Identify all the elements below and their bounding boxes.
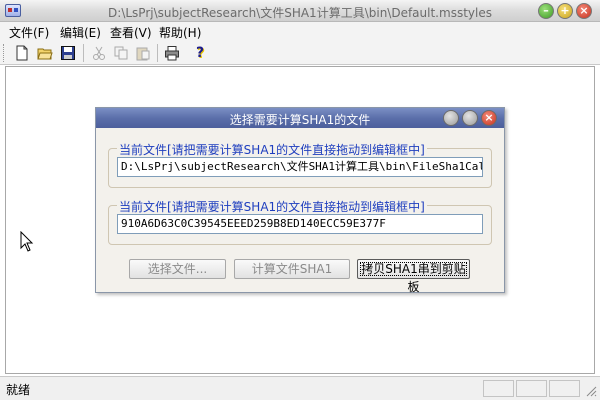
cut-icon[interactable] (91, 45, 107, 61)
resize-grip-icon[interactable] (585, 385, 597, 397)
dialog-maximize-button[interactable] (462, 110, 478, 126)
menu-view[interactable]: 查看(V) (110, 24, 152, 41)
sha1-result-group-label: 当前文件[请把需要计算SHA1的文件直接拖动到编辑框中] (117, 198, 427, 215)
menu-file[interactable]: 文件(F) (9, 24, 49, 41)
status-pane (516, 380, 547, 397)
window-titlebar[interactable]: D:\LsPrj\subjectResearch\文件SHA1计算工具\bin\… (0, 0, 600, 22)
new-icon[interactable] (14, 45, 30, 61)
save-icon[interactable] (60, 45, 76, 61)
copy-sha1-button[interactable]: 拷贝SHA1串到剪贴板 (357, 259, 470, 294)
copy-icon[interactable] (113, 45, 129, 61)
window-title: D:\LsPrj\subjectResearch\文件SHA1计算工具\bin\… (108, 6, 492, 20)
help-icon[interactable]: ? (192, 45, 208, 61)
toolbar-grip[interactable] (3, 44, 6, 62)
dialog-minimize-button[interactable] (443, 110, 459, 126)
print-icon[interactable] (164, 45, 180, 61)
menu-edit[interactable]: 编辑(E) (60, 24, 101, 41)
sha1-result-field[interactable]: 910A6D63C0C39545EEED259B8ED140ECC59E377F (117, 214, 483, 234)
close-button[interactable]: × (576, 3, 592, 19)
minimize-button[interactable]: – (538, 3, 554, 19)
menu-bar: 文件(F) 编辑(E) 查看(V) 帮助(H) (0, 22, 600, 41)
dialog-close-button[interactable]: × (481, 110, 497, 126)
toolbar: ? (0, 41, 600, 65)
status-pane (483, 380, 514, 397)
status-text: 就绪 (6, 383, 31, 397)
file-path-field[interactable]: D:\LsPrj\subjectResearch\文件SHA1计算工具\bin\… (117, 157, 483, 177)
toolbar-separator (83, 44, 84, 62)
paste-icon[interactable] (135, 45, 151, 61)
status-pane (549, 380, 580, 397)
maximize-button[interactable]: + (557, 3, 573, 19)
open-icon[interactable] (37, 45, 53, 61)
mouse-cursor-icon (20, 231, 34, 252)
sha1-dialog: 选择需要计算SHA1的文件 × 当前文件[请把需要计算SHA1的文件直接拖动到编… (95, 107, 505, 294)
toolbar-separator (157, 44, 158, 62)
dialog-titlebar[interactable]: 选择需要计算SHA1的文件 × (96, 108, 504, 128)
menu-help[interactable]: 帮助(H) (159, 24, 201, 41)
compute-sha1-button[interactable]: 计算文件SHA1 (234, 259, 350, 279)
status-bar: 就绪 (0, 376, 600, 400)
file-path-group: 当前文件[请把需要计算SHA1的文件直接拖动到编辑框中] D:\LsPrj\su… (108, 141, 492, 188)
select-file-button[interactable]: 选择文件... (129, 259, 226, 279)
file-path-group-label: 当前文件[请把需要计算SHA1的文件直接拖动到编辑框中] (117, 141, 427, 158)
sha1-result-group: 当前文件[请把需要计算SHA1的文件直接拖动到编辑框中] 910A6D63C0C… (108, 198, 492, 245)
